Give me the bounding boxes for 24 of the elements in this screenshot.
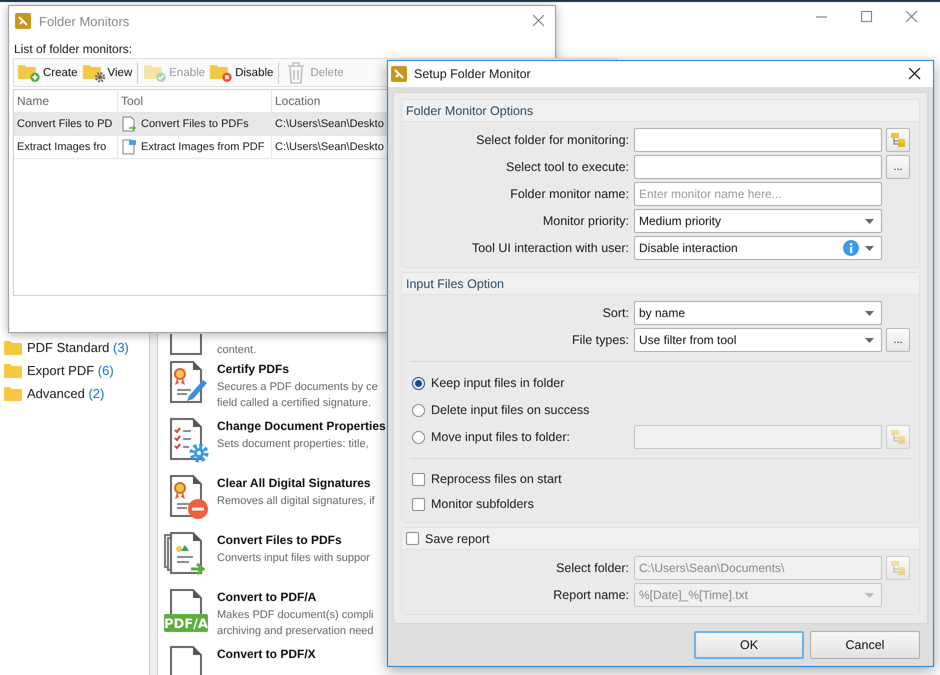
tool-description: Converts input files with suppor — [217, 551, 370, 566]
dialog-title: Setup Folder Monitor — [414, 67, 531, 81]
window-title: Folder Monitors — [39, 14, 130, 28]
field-label: Sort: — [602, 306, 629, 320]
tool-description: content. — [217, 343, 256, 358]
field-label: Folder monitor name: — [509, 187, 629, 201]
group-heading: Input Files Option — [406, 276, 504, 290]
table-cell: Extract Images from PDF — [141, 141, 264, 153]
tool-description: archiving and preservation need — [217, 624, 374, 639]
field-label: Report name: — [552, 588, 629, 602]
field-label: Select folder: — [555, 561, 629, 575]
table-cell: Convert Files to PDFs — [141, 118, 249, 130]
tool-description: Secures a PDF documents by ce — [217, 380, 378, 395]
tool-description: Sets document properties: title, — [217, 437, 370, 452]
list-label: List of folder monitors: — [13, 41, 134, 58]
table-cell: Extract Images fro — [14, 136, 118, 158]
field-label: Monitor priority: — [542, 214, 629, 228]
tool-description: Removes all digital signatures, if — [217, 494, 375, 509]
field-label: Tool UI interaction with user: — [470, 241, 629, 255]
tool-description: Makes PDF document(s) compli — [217, 608, 374, 623]
tool-description: field called a certified signature. — [217, 396, 372, 411]
field-label: File types: — [571, 333, 629, 347]
field-label: Select tool to execute: — [505, 160, 629, 174]
table-cell: Convert Files to PD — [14, 113, 118, 135]
